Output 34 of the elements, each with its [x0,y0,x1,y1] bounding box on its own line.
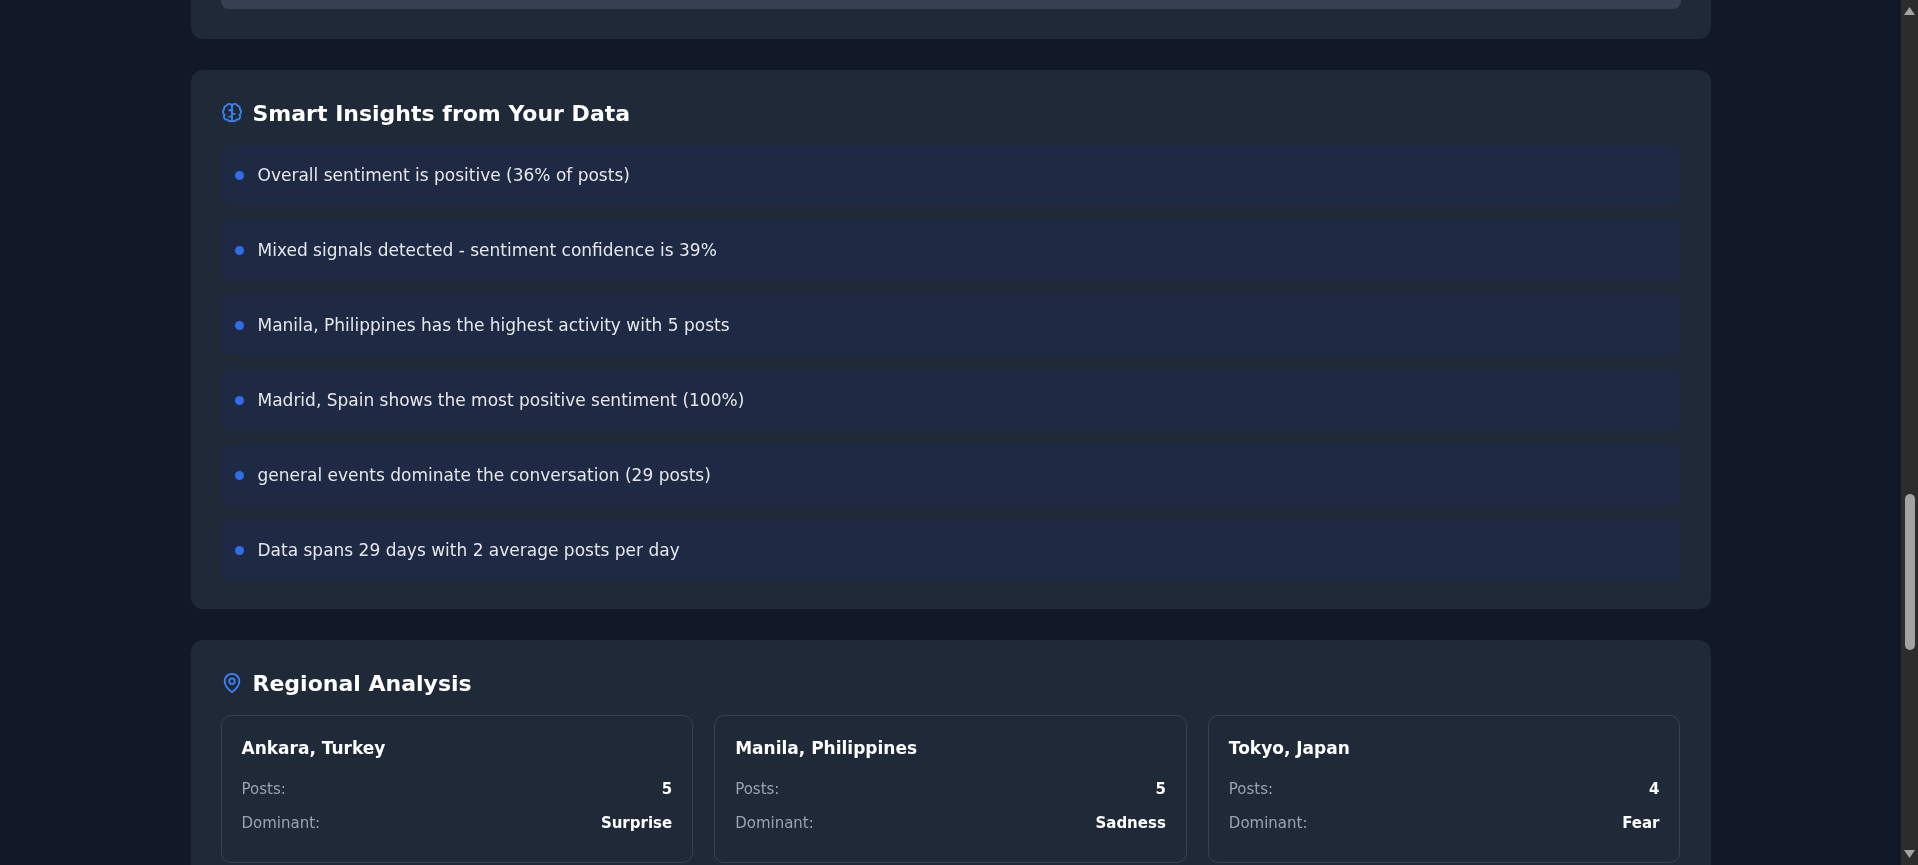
region-name: Tokyo, Japan [1228,738,1351,758]
stat-value: Fear [1622,814,1660,832]
region-name: Manila, Philippines [735,738,919,758]
bullet-dot [234,395,244,405]
section-title: Regional Analysis [252,670,472,696]
bullet-dot [234,470,244,480]
stat-label: Dominant: [241,814,321,832]
scroll-up-arrow-icon[interactable] [1904,7,1915,15]
scrollbar-thumb[interactable] [1904,494,1915,651]
stat-value: 5 [1155,780,1166,798]
scroll-down-arrow-icon[interactable] [1904,850,1915,858]
stat-label: Dominant: [1228,814,1308,832]
insight-text: Manila, Philippines has the highest activity with 5 posts [257,315,730,335]
bullet-dot [234,170,244,180]
stat-label: Posts: [1228,780,1274,798]
bullet-dot [234,245,244,255]
region-name: Ankara, Turkey [241,738,387,758]
insight-text: Overall sentiment is positive (36% of posts) [257,165,630,185]
stat-label: Posts: [241,780,286,798]
stat-value: Surprise [600,814,673,832]
section-title: Smart Insights from Your Data [252,100,631,126]
insight-text: general events dominate the conversation (29 posts) [257,465,711,485]
scrollbar[interactable] [1901,0,1918,865]
stat-value: 5 [661,780,673,798]
bullet-dot [234,545,244,555]
stat-value: 4 [1649,780,1660,798]
insight-text: Data spans 29 days with 2 average posts per day [257,540,680,560]
insight-text: Mixed signals detected - sentiment confidence is 39% [257,240,717,260]
bullet-dot [234,320,244,330]
stat-label: Dominant: [735,814,814,832]
stat-label: Posts: [735,780,780,798]
stat-value: Sadness [1095,814,1166,832]
brain-icon [220,102,243,124]
insight-text: Madrid, Spain shows the most positive sentiment (100%) [257,390,745,410]
